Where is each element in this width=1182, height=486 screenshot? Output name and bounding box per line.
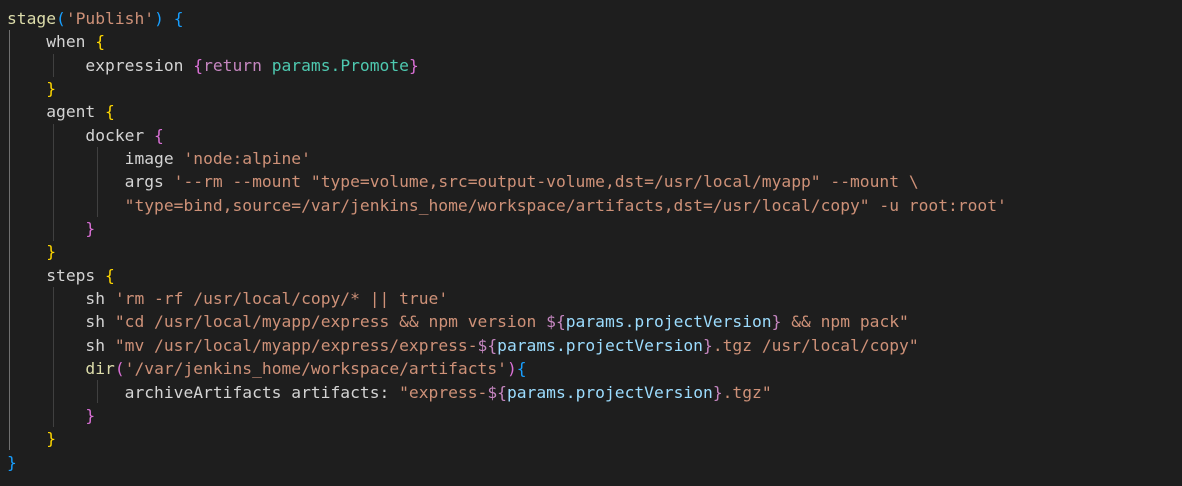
code-token: 'node:alpine' xyxy=(183,149,311,169)
code-editor[interactable]: stage('Publish') { when { expression {re… xyxy=(0,0,1182,486)
code-token: { xyxy=(173,9,184,28)
code-token: ${ xyxy=(477,335,498,355)
code-line[interactable]: agent { xyxy=(7,100,1007,123)
code-token: } xyxy=(7,452,17,472)
code-line[interactable]: sh 'rm -rf /usr/local/copy/* || true' xyxy=(7,287,1007,310)
code-token: } xyxy=(703,335,713,355)
code-token: steps xyxy=(46,265,106,285)
code-line[interactable]: docker { xyxy=(7,124,1007,147)
code-token: "express- xyxy=(399,382,488,402)
code-line[interactable]: } xyxy=(7,451,1007,474)
code-token: { xyxy=(193,55,204,75)
code-token: ) xyxy=(506,359,517,379)
code-line[interactable]: archiveArtifacts artifacts: "express-${p… xyxy=(7,381,1007,404)
code-line[interactable]: } xyxy=(7,404,1007,427)
code-token: params.projectVersion xyxy=(497,335,703,355)
code-token: image xyxy=(124,149,184,169)
code-token: params.projectVersion xyxy=(565,312,772,332)
code-token: params.Promote xyxy=(271,55,409,75)
code-token: 'rm -rf /usr/local/copy/* || true' xyxy=(114,289,449,309)
code-line[interactable]: } xyxy=(7,427,1007,450)
code-content[interactable]: stage('Publish') { when { expression {re… xyxy=(7,7,1007,474)
code-token: { xyxy=(105,102,115,122)
code-token: .tgz" xyxy=(722,382,772,402)
code-token: ( xyxy=(114,359,125,379)
code-line[interactable]: expression {return params.Promote} xyxy=(7,54,1007,77)
code-token: "mv /usr/local/myapp/express/express- xyxy=(114,335,478,355)
code-line[interactable]: sh "cd /usr/local/myapp/express && npm v… xyxy=(7,310,1007,333)
code-token: sh xyxy=(85,335,115,355)
code-token: } xyxy=(85,219,96,239)
code-line[interactable]: "type=bind,source=/var/jenkins_home/work… xyxy=(7,194,1007,217)
code-token: } xyxy=(46,429,57,449)
code-token: sh xyxy=(85,289,115,309)
code-line[interactable]: when { xyxy=(7,30,1007,53)
code-token: "cd /usr/local/myapp/express && npm vers… xyxy=(114,312,547,332)
code-token: && npm pack" xyxy=(781,312,909,332)
code-token: return xyxy=(203,55,262,75)
code-line[interactable]: image 'node:alpine' xyxy=(7,147,1007,170)
code-line[interactable]: steps { xyxy=(7,264,1007,287)
code-token: } xyxy=(771,312,782,332)
code-token: sh xyxy=(85,312,115,332)
code-token: } xyxy=(46,242,57,262)
code-token: ( xyxy=(56,9,66,28)
code-token: stage xyxy=(7,9,57,28)
code-token: ) xyxy=(154,9,164,28)
code-line[interactable]: args '--rm --mount "type=volume,src=outp… xyxy=(7,170,1007,193)
code-token: { xyxy=(154,125,164,145)
code-token: } xyxy=(85,405,96,425)
code-line[interactable]: } xyxy=(7,217,1007,240)
code-line[interactable]: dir('/var/jenkins_home/workspace/artifac… xyxy=(7,357,1007,380)
code-token: archiveArtifacts artifacts: xyxy=(124,382,400,402)
code-line[interactable]: stage('Publish') { xyxy=(7,7,1007,30)
code-token: '--rm --mount "type=volume,src=output-vo… xyxy=(173,172,919,192)
code-token: args xyxy=(124,172,174,192)
code-token: when xyxy=(46,32,96,52)
code-token: ${ xyxy=(546,312,566,332)
code-token: { xyxy=(105,265,115,285)
code-token: .tgz /usr/local/copy" xyxy=(712,335,919,355)
code-token: { xyxy=(516,359,527,379)
code-token: expression xyxy=(85,55,194,75)
code-token: 'Publish' xyxy=(65,9,155,28)
code-line[interactable]: sh "mv /usr/local/myapp/express/express-… xyxy=(7,334,1007,357)
code-token: docker xyxy=(85,125,155,145)
code-line[interactable]: } xyxy=(7,240,1007,263)
code-token: { xyxy=(95,32,106,52)
code-token: dir xyxy=(85,359,115,379)
code-token: params.projectVersion xyxy=(506,382,713,402)
code-token: ${ xyxy=(487,382,507,402)
code-token: } xyxy=(408,55,419,75)
code-token: '/var/jenkins_home/workspace/artifacts' xyxy=(124,359,507,379)
code-token: "type=bind,source=/var/jenkins_home/work… xyxy=(124,195,1007,215)
code-token: agent xyxy=(46,102,106,122)
code-line[interactable]: } xyxy=(7,77,1007,100)
code-token: } xyxy=(712,382,723,402)
code-token: } xyxy=(46,79,57,99)
